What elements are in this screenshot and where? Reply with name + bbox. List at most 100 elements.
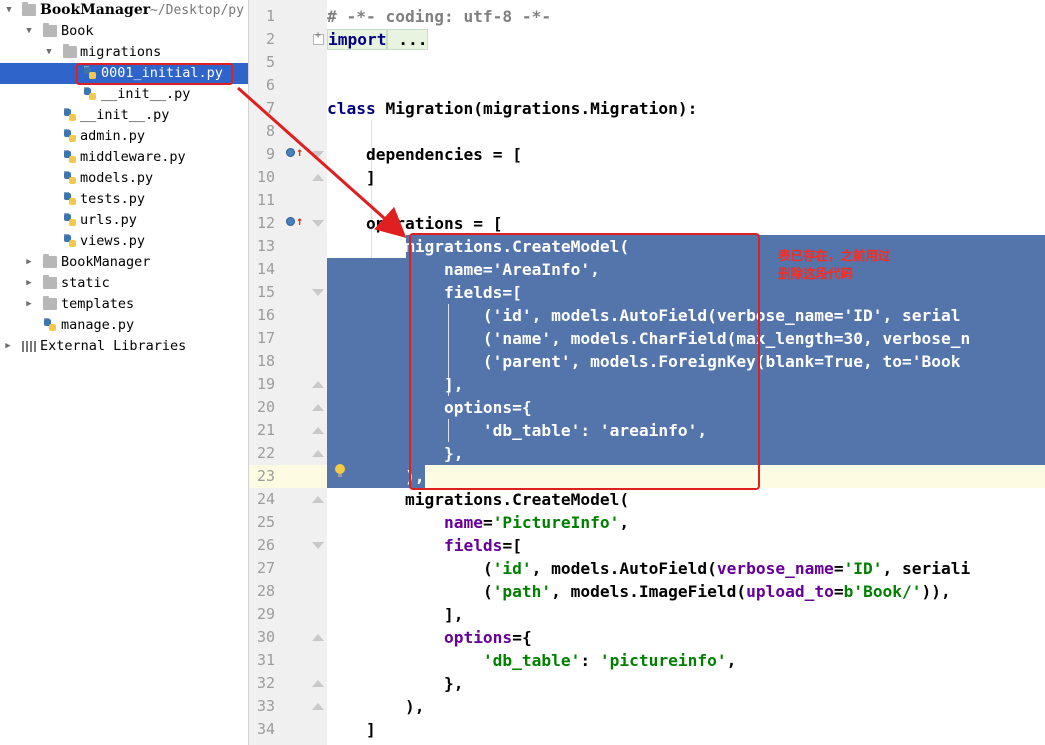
line-number: 2 <box>265 30 275 48</box>
collapse-arrow-icon[interactable]: ▶ <box>23 273 35 294</box>
tree-item-external-libraries[interactable]: ▶ External Libraries <box>0 336 248 357</box>
code-line[interactable]: ('id', models.AutoField(verbose_name='ID… <box>327 557 1045 580</box>
fold-end-icon[interactable] <box>312 496 324 504</box>
tree-item-label: manage.py <box>61 317 135 333</box>
fold-toggle-icon[interactable] <box>312 289 324 297</box>
lightbulb-icon[interactable] <box>334 464 346 478</box>
expand-arrow-icon[interactable]: ▼ <box>3 0 15 21</box>
python-file-icon <box>43 318 57 333</box>
tree-item-label: __init__.py <box>101 86 191 102</box>
tree-item-label: migrations <box>80 44 162 60</box>
code-line[interactable]: ] <box>327 166 1045 189</box>
code-line[interactable]: class Migration(migrations.Migration): <box>327 97 1045 120</box>
tree-item-label: External Libraries <box>40 338 187 354</box>
line-number: 6 <box>265 76 275 94</box>
fold-toggle-icon[interactable] <box>312 220 324 228</box>
tree-item-templates[interactable]: ▶ templates <box>0 294 248 315</box>
tree-item-static[interactable]: ▶ static <box>0 273 248 294</box>
tree-item-label: middleware.py <box>80 149 186 165</box>
line-number: 22 <box>256 444 275 462</box>
line-number: 26 <box>256 536 275 554</box>
code-line[interactable]: options={ <box>327 626 1045 649</box>
tree-item-label: BookManager <box>61 254 151 270</box>
tree-item-book-init[interactable]: __init__.py <box>0 105 248 126</box>
collapse-arrow-icon[interactable]: ▶ <box>23 252 35 273</box>
fold-end-icon[interactable] <box>312 703 324 711</box>
fold-end-icon[interactable] <box>312 680 324 688</box>
line-number: 34 <box>256 720 275 738</box>
tree-item-label: __init__.py <box>80 107 170 123</box>
line-number: 9 <box>265 145 275 163</box>
tree-item-label: models.py <box>80 170 154 186</box>
tree-item-views[interactable]: views.py <box>0 231 248 252</box>
override-marker-icon[interactable]: ↑ <box>286 146 303 160</box>
code-line[interactable] <box>327 74 1045 97</box>
annotation-note: 表已存在，之前用过 删除这段代码 <box>778 247 891 283</box>
code-line[interactable]: fields=[ <box>327 534 1045 557</box>
fold-end-icon[interactable] <box>312 404 324 412</box>
python-file-icon <box>83 87 97 102</box>
gutter-layer: 1 2 5 6 7 8 9 10 11 12 13 14 15 16 17 18 19 20 21 22 23 24 25 2… <box>249 0 327 745</box>
fold-end-icon[interactable] <box>312 381 324 389</box>
tree-item-label: views.py <box>80 233 146 249</box>
line-number: 31 <box>256 651 275 669</box>
tree-item-migrations[interactable]: ▼ migrations <box>0 42 248 63</box>
code-line[interactable]: ] <box>327 718 1045 741</box>
code-line[interactable] <box>327 51 1045 74</box>
tree-item-models[interactable]: models.py <box>0 168 248 189</box>
code-line[interactable]: }, <box>327 672 1045 695</box>
project-tree: ▼ BookManager ~/Desktop/py ▼ Book ▼ migr… <box>0 0 248 745</box>
fold-end-icon[interactable] <box>312 174 324 182</box>
line-number: 12 <box>256 214 275 232</box>
code-line[interactable] <box>327 120 1045 143</box>
code-line[interactable] <box>327 189 1045 212</box>
expand-arrow-icon[interactable]: ▼ <box>43 42 55 63</box>
fold-toggle-icon[interactable] <box>312 542 324 550</box>
tree-item-migrations-init[interactable]: __init__.py <box>0 84 248 105</box>
tree-item-urls[interactable]: urls.py <box>0 210 248 231</box>
line-number: 11 <box>256 191 275 209</box>
project-path: ~/Desktop/py <box>150 3 244 18</box>
line-number: 16 <box>256 306 275 324</box>
tree-item-admin[interactable]: admin.py <box>0 126 248 147</box>
code-line[interactable]: import ... <box>327 28 1045 51</box>
python-file-icon <box>63 213 77 228</box>
tree-item-bookmanager[interactable]: ▶ BookManager <box>0 252 248 273</box>
code-line[interactable]: ), <box>327 695 1045 718</box>
code-line[interactable]: 'db_table': 'pictureinfo', <box>327 649 1045 672</box>
tree-item-label: Book <box>61 23 94 39</box>
fold-expand-icon[interactable]: + <box>313 30 324 45</box>
line-number: 1 <box>265 7 275 25</box>
code-line[interactable]: # -*- coding: utf-8 -*- <box>327 5 1045 28</box>
line-number: 23 <box>256 467 275 485</box>
tree-item-tests[interactable]: tests.py <box>0 189 248 210</box>
python-file-icon <box>63 171 77 186</box>
collapse-arrow-icon[interactable]: ▶ <box>23 294 35 315</box>
line-number: 32 <box>256 674 275 692</box>
code-line[interactable]: dependencies = [ <box>327 143 1045 166</box>
code-line[interactable]: name='PictureInfo', <box>327 511 1045 534</box>
tree-item-middleware[interactable]: middleware.py <box>0 147 248 168</box>
line-number: 20 <box>256 398 275 416</box>
fold-end-icon[interactable] <box>312 427 324 435</box>
code-line[interactable]: migrations.CreateModel( <box>327 488 1045 511</box>
fold-end-icon[interactable] <box>312 634 324 642</box>
override-marker-icon[interactable]: ↑ <box>286 215 303 229</box>
code-line[interactable]: ('path', models.ImageField(upload_to=b'B… <box>327 580 1045 603</box>
line-number: 17 <box>256 329 275 347</box>
python-file-icon <box>63 234 77 249</box>
tree-item-manage[interactable]: manage.py <box>0 315 248 336</box>
annotation-line-1: 表已存在，之前用过 <box>778 248 891 263</box>
fold-end-icon[interactable] <box>312 450 324 458</box>
code-line[interactable]: operations = [ <box>327 212 1045 235</box>
tree-item-book[interactable]: ▼ Book <box>0 21 248 42</box>
line-number: 19 <box>256 375 275 393</box>
expand-arrow-icon[interactable]: ▼ <box>23 21 35 42</box>
fold-toggle-icon[interactable] <box>312 151 324 159</box>
tree-item-bookmanager-root[interactable]: ▼ BookManager ~/Desktop/py <box>0 0 248 21</box>
code-line[interactable]: ], <box>327 603 1045 626</box>
line-number: 13 <box>256 237 275 255</box>
collapse-arrow-icon[interactable]: ▶ <box>2 336 14 357</box>
folder-icon <box>22 2 36 16</box>
line-number: 10 <box>256 168 275 186</box>
